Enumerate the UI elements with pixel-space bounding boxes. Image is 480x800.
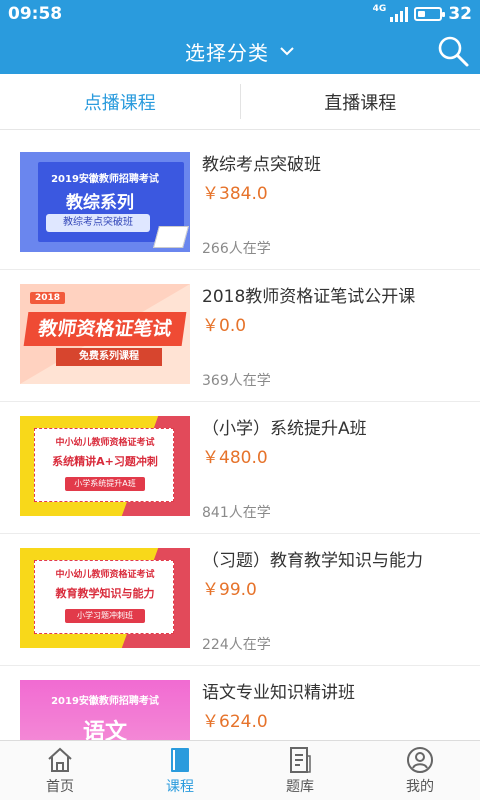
status-icons: 4G 32 [373,4,472,24]
category-selector[interactable]: 选择分类 [185,37,295,66]
course-type-tabs: 点播课程 直播课程 [0,74,480,130]
course-price: ￥0.0 [202,316,247,336]
course-title: （习题）教育教学知识与能力 [202,551,423,571]
battery-icon [414,7,446,21]
course-price: ￥99.0 [202,580,257,600]
thumb-line1: 2019安徽教师招聘考试 [51,174,159,185]
course-learners: 841人在学 [202,505,271,521]
chevron-down-icon [280,47,294,56]
course-title: 教综考点突破班 [202,155,321,175]
course-info: 教综考点突破班 ￥384.0 266人在学 [202,152,480,257]
thumb-line1: 中小幼儿教师资格证考试 [55,570,155,580]
course-price: ￥624.0 [202,712,268,732]
course-info: 语文专业知识精讲班 ￥624.0 [202,680,480,740]
thumb-line1: 2018 [30,292,66,304]
document-icon [290,746,311,773]
thumb-line1: 2019安徽教师招聘考试 [51,696,159,707]
nav-question-bank[interactable]: 题库 [240,741,360,800]
course-item[interactable]: 2019安徽教师招聘考试 教综系列 教综考点突破班 教综考点突破班 ￥384.0… [0,138,480,270]
course-item[interactable]: 中小幼儿教师资格证考试 教育教学知识与能力 小学习题冲刺班 （习题）教育教学知识… [0,534,480,666]
course-thumbnail: 2019安徽教师招聘考试 语文 [20,680,190,740]
course-info: （习题）教育教学知识与能力 ￥99.0 224人在学 [202,548,480,653]
nav-question-bank-label: 题库 [286,778,314,795]
thumb-line3: 小学系统提升A班 [65,477,145,491]
course-title: 2018教师资格证笔试公开课 [202,287,416,307]
thumb-line1: 中小幼儿教师资格证考试 [55,438,155,448]
book-icon [171,747,189,772]
bottom-nav: 首页 课程 题库 我的 [0,740,480,800]
course-item[interactable]: 2019安徽教师招聘考试 语文 语文专业知识精讲班 ￥624.0 [0,666,480,740]
status-time: 09:58 [8,4,63,24]
nav-home[interactable]: 首页 [0,741,120,800]
course-learners: 266人在学 [202,241,271,257]
course-thumbnail: 2018 教师资格证笔试 免费系列课程 [20,284,190,384]
course-price: ￥384.0 [202,184,268,204]
user-icon [407,746,433,773]
course-thumbnail: 中小幼儿教师资格证考试 系统精讲A+习题冲刺 小学系统提升A班 [20,416,190,516]
thumb-line2: 系统精讲A+习题冲刺 [52,455,158,468]
course-list: 2019安徽教师招聘考试 教综系列 教综考点突破班 教综考点突破班 ￥384.0… [0,138,480,740]
course-thumbnail: 中小幼儿教师资格证考试 教育教学知识与能力 小学习题冲刺班 [20,548,190,648]
thumb-line3: 小学习题冲刺班 [65,609,145,623]
course-price: ￥480.0 [202,448,268,468]
home-icon [48,747,72,772]
nav-courses[interactable]: 课程 [120,741,240,800]
course-info: 2018教师资格证笔试公开课 ￥0.0 369人在学 [202,284,480,389]
tab-live-courses[interactable]: 直播课程 [241,74,480,129]
thumb-line2: 教育教学知识与能力 [55,587,155,600]
nav-courses-label: 课程 [166,778,194,795]
signal-icon [390,6,409,22]
course-learners: 369人在学 [202,373,271,389]
tab-vod-courses[interactable]: 点播课程 [0,74,240,129]
thumb-line2: 语文 [82,720,127,740]
thumb-line3: 教综考点突破班 [46,214,150,232]
course-thumbnail: 2019安徽教师招聘考试 教综系列 教综考点突破班 [20,152,190,252]
search-icon[interactable] [436,34,470,68]
status-bar: 09:58 4G 32 [0,0,480,28]
nav-home-label: 首页 [46,778,74,795]
course-title: （小学）系统提升A班 [202,419,367,439]
thumb-line2: 教师资格证笔试 [23,312,187,346]
course-learners: 224人在学 [202,637,271,653]
nav-profile[interactable]: 我的 [360,741,480,800]
course-item[interactable]: 中小幼儿教师资格证考试 系统精讲A+习题冲刺 小学系统提升A班 （小学）系统提升… [0,402,480,534]
battery-percent: 32 [448,4,472,24]
course-info: （小学）系统提升A班 ￥480.0 841人在学 [202,416,480,521]
course-item[interactable]: 2018 教师资格证笔试 免费系列课程 2018教师资格证笔试公开课 ￥0.0 … [0,270,480,402]
app-header: 选择分类 [0,28,480,74]
course-title: 语文专业知识精讲班 [202,683,355,703]
nav-profile-label: 我的 [406,778,434,795]
page-title: 选择分类 [185,40,269,65]
thumb-line3: 免费系列课程 [56,348,162,366]
network-label: 4G [372,4,387,14]
book-icon [153,226,189,248]
thumb-line2: 教综系列 [66,193,134,213]
